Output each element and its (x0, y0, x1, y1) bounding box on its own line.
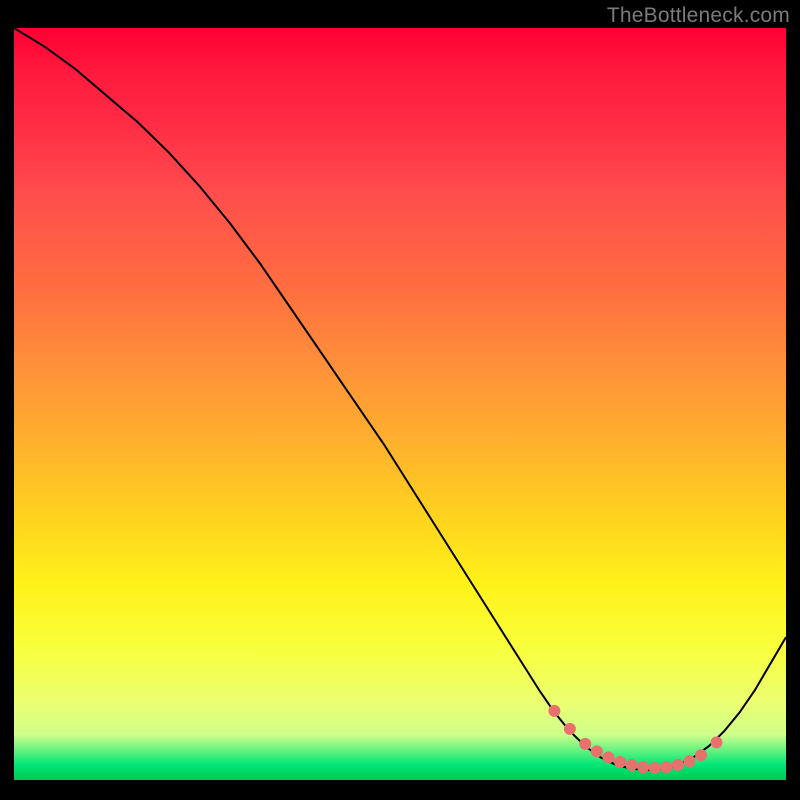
marker-dot (602, 751, 614, 763)
bottleneck-curve (14, 28, 786, 770)
marker-dot (672, 759, 684, 771)
plot-svg (14, 28, 786, 780)
marker-dot (614, 756, 626, 768)
marker-dot (649, 762, 661, 774)
marker-dot (695, 749, 707, 761)
plot-area (14, 28, 786, 780)
marker-dot (591, 745, 603, 757)
chart-stage: TheBottleneck.com (0, 0, 800, 800)
marker-dot (626, 759, 638, 771)
marker-dot (564, 723, 576, 735)
marker-dot (711, 736, 723, 748)
marker-dot (637, 761, 649, 773)
optimal-zone-markers (548, 705, 722, 774)
marker-dot (548, 705, 560, 717)
marker-dot (660, 761, 672, 773)
marker-dot (684, 755, 696, 767)
watermark-text: TheBottleneck.com (607, 4, 790, 28)
marker-dot (579, 738, 591, 750)
